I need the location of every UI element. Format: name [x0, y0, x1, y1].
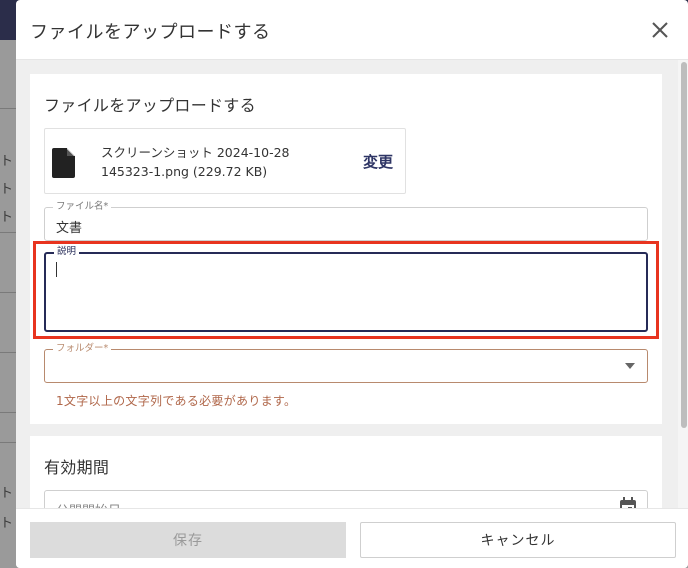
upload-card: ファイルをアップロードする スクリーンショット 2024-10-28 14532… — [30, 74, 662, 424]
background-text: ト — [0, 486, 14, 501]
background-text: ト — [0, 154, 14, 169]
filename-field[interactable]: ファイル名* 文書 — [44, 201, 648, 241]
filename-value: 文書 — [56, 221, 83, 236]
save-button[interactable]: 保存 — [30, 522, 346, 558]
file-name: スクリーンショット 2024-10-28 145323-1.png (229.7… — [101, 145, 290, 179]
dialog-scrollbar[interactable] — [678, 60, 688, 508]
upload-heading: ファイルをアップロードする — [44, 96, 256, 115]
folder-error-message: 1文字以上の文字列である必要があります。 — [56, 394, 297, 408]
change-file-button[interactable]: 変更 — [363, 151, 393, 172]
upload-dialog: ファイルをアップロードする ファイルをアップロードする スクリーンショット 20… — [16, 0, 688, 568]
dialog-title: ファイルをアップロードする — [30, 22, 271, 43]
description-label: 説明 — [54, 246, 80, 258]
scrollbar-thumb[interactable] — [681, 62, 687, 428]
background-text: ト — [0, 210, 14, 225]
dialog-footer: 保存 キャンセル — [16, 508, 688, 568]
background-text: ト — [0, 516, 14, 531]
dialog-header: ファイルをアップロードする — [16, 0, 688, 60]
dropdown-arrow-icon[interactable] — [625, 363, 635, 369]
folder-label: フォルダー* — [53, 343, 112, 355]
close-button[interactable] — [644, 14, 676, 46]
description-field[interactable]: 説明 — [44, 246, 648, 332]
filename-label: ファイル名* — [53, 201, 112, 213]
publish-start-date-placeholder: 公開開始日 — [56, 500, 121, 508]
folder-select[interactable]: フォルダー* — [44, 343, 648, 383]
file-icon — [52, 148, 75, 178]
publish-start-date-field[interactable]: 公開開始日 — [44, 490, 648, 508]
validity-period-card: 有効期間 公開開始日 — [30, 436, 662, 508]
text-cursor — [56, 262, 57, 277]
validity-period-heading: 有効期間 — [44, 458, 110, 477]
dialog-body: ファイルをアップロードする スクリーンショット 2024-10-28 14532… — [16, 60, 688, 508]
calendar-icon[interactable] — [619, 497, 637, 508]
background-text: ト — [0, 182, 14, 197]
close-icon — [652, 22, 668, 38]
selected-file: スクリーンショット 2024-10-28 145323-1.png (229.7… — [44, 128, 406, 194]
cancel-button[interactable]: キャンセル — [360, 522, 676, 558]
